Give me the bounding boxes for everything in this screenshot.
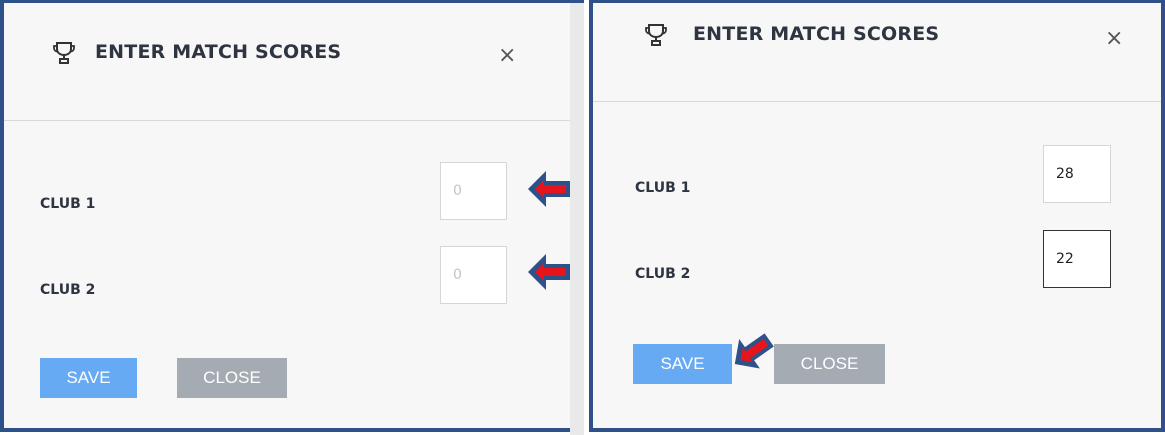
club1-label: CLUB 1 — [40, 196, 96, 212]
red-arrow-icon — [528, 171, 570, 207]
trophy-icon — [644, 23, 668, 49]
red-arrow-icon — [734, 333, 774, 369]
header-divider — [4, 120, 570, 121]
club1-score-input[interactable] — [1043, 145, 1111, 203]
club2-label: CLUB 2 — [635, 266, 691, 282]
club2-label: CLUB 2 — [40, 282, 96, 298]
dialog-title: ENTER MATCH SCORES — [693, 23, 940, 45]
club1-label: CLUB 1 — [635, 180, 691, 196]
dialog-before: ENTER MATCH SCORES × CLUB 1 CLUB 2 SAVE … — [0, 0, 584, 435]
save-button[interactable]: SAVE — [40, 358, 137, 398]
save-button[interactable]: SAVE — [633, 344, 732, 384]
close-button[interactable]: CLOSE — [774, 344, 885, 384]
close-button[interactable]: CLOSE — [177, 358, 287, 398]
club1-score-input[interactable] — [440, 162, 507, 220]
close-icon[interactable]: × — [498, 45, 516, 67]
dialog-title: ENTER MATCH SCORES — [95, 41, 342, 63]
header-divider — [593, 101, 1161, 102]
dialog-after: ENTER MATCH SCORES × CLUB 1 CLUB 2 SAVE … — [589, 0, 1165, 432]
club2-score-input[interactable] — [1043, 230, 1111, 288]
trophy-icon — [52, 41, 76, 67]
club2-score-input[interactable] — [440, 246, 507, 304]
close-icon[interactable]: × — [1105, 28, 1123, 50]
red-arrow-icon — [528, 254, 570, 290]
dialog-scroll-gutter — [570, 3, 584, 435]
